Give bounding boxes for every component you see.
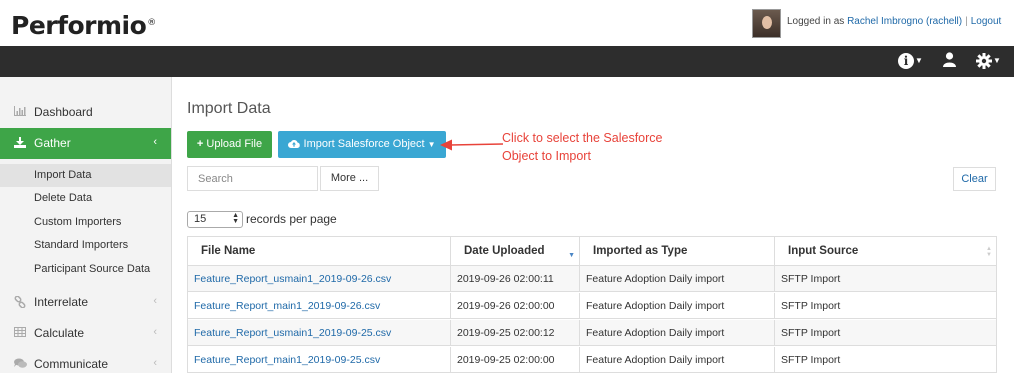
type-cell: Feature Adoption Daily import <box>580 293 775 319</box>
search-input[interactable] <box>187 166 318 191</box>
sidebar-item-label: Communicate <box>34 357 109 371</box>
user-name-link[interactable]: Rachel Imbrogno (rachell) <box>847 16 962 27</box>
cloud-icon <box>288 138 301 150</box>
top-navbar: i ▼ ▼ <box>0 46 1014 77</box>
source-cell: SFTP Import <box>781 354 841 366</box>
column-header-input-source[interactable]: Input Source ▲ ▼ <box>775 237 996 266</box>
sidebar-subitem-import-data[interactable]: Import Data <box>0 164 171 187</box>
sidebar-subitem-label: Standard Importers <box>34 239 129 251</box>
annotation-arrow-icon <box>440 139 504 151</box>
sidebar-item-dashboard[interactable]: Dashboard <box>0 97 171 127</box>
type-cell: Feature Adoption Daily import <box>580 266 775 292</box>
column-header-label: Date Uploaded <box>464 245 545 257</box>
sidebar-subitem-standard-importers[interactable]: Standard Importers <box>0 234 171 257</box>
column-header-label: Imported as Type <box>593 245 688 257</box>
sidebar-subitem-label: Participant Source Data <box>34 263 151 275</box>
avatar <box>752 9 781 38</box>
column-header-imported-as-type[interactable]: Imported as Type <box>580 237 775 266</box>
records-per-page-select[interactable]: 15 ▲ ▼ <box>187 211 243 228</box>
sidebar-item-label: Dashboard <box>34 105 93 119</box>
import-salesforce-object-button[interactable]: Import Salesforce Object ▼ <box>278 131 446 158</box>
sidebar-item-label: Gather <box>34 136 71 150</box>
column-header-date-uploaded[interactable]: Date Uploaded ▼ <box>451 237 580 266</box>
type-cell: Feature Adoption Daily import <box>580 347 775 373</box>
sort-both-icon: ▲ ▼ <box>986 246 992 258</box>
date-cell: 2019-09-25 02:00:12 <box>451 320 580 346</box>
logo-text: Performio <box>11 11 147 40</box>
page-title: Import Data <box>187 100 271 117</box>
date-cell: 2019-09-25 02:00:00 <box>451 347 580 373</box>
date-cell: 2019-09-26 02:00:00 <box>451 293 580 319</box>
file-link[interactable]: Feature_Report_usmain1_2019-09-25.csv <box>194 327 391 339</box>
login-separator: | <box>965 16 968 27</box>
sort-desc-icon: ▼ <box>568 252 575 259</box>
link-icon <box>14 295 28 311</box>
sidebar-subitem-label: Delete Data <box>34 192 93 204</box>
sidebar-item-gather[interactable]: Gather ‹ <box>0 128 171 159</box>
records-per-page-label: records per page <box>246 212 337 226</box>
file-name-cell: Feature_Report_usmain1_2019-09-25.csv <box>188 320 451 346</box>
bar-chart-icon <box>14 106 28 119</box>
more-filters-button[interactable]: More ... <box>320 166 379 191</box>
plus-icon: + <box>196 138 204 150</box>
login-prefix: Logged in as <box>787 16 845 27</box>
comments-icon <box>14 358 28 372</box>
import-salesforce-label: Import Salesforce Object <box>303 138 425 150</box>
logout-link[interactable]: Logout <box>971 16 1002 27</box>
date-cell: 2019-09-26 02:00:11 <box>451 266 580 292</box>
sidebar-item-interrelate[interactable]: Interrelate ‹ <box>0 287 171 317</box>
table-row: Feature_Report_main1_2019-09-26.csv 2019… <box>188 293 996 319</box>
type-cell: Feature Adoption Daily import <box>580 320 775 346</box>
chevron-left-icon: ‹ <box>153 295 157 307</box>
table-row: Feature_Report_usmain1_2019-09-25.csv 20… <box>188 320 996 346</box>
clear-button[interactable]: Clear <box>953 167 996 191</box>
sidebar-item-calculate[interactable]: Calculate ‹ <box>0 318 171 348</box>
sidebar-subitem-custom-importers[interactable]: Custom Importers <box>0 211 171 234</box>
select-arrows-icon: ▲ ▼ <box>232 212 239 225</box>
table-icon <box>14 327 28 340</box>
upload-file-button[interactable]: + Upload File <box>187 131 272 158</box>
sidebar-item-label: Calculate <box>34 326 85 340</box>
sidebar-subitem-label: Import Data <box>34 169 92 181</box>
logo[interactable]: Performio® <box>11 11 156 40</box>
sidebar-subitem-delete-data[interactable]: Delete Data <box>0 187 171 210</box>
imports-table: File Name Date Uploaded ▼ Imported as Typ… <box>187 236 997 373</box>
file-name-cell: Feature_Report_main1_2019-09-26.csv <box>188 293 451 319</box>
top-header: Performio® Logged in as Rachel Imbrogno … <box>0 0 1024 46</box>
records-per-page-value: 15 <box>194 213 207 225</box>
file-name-cell: Feature_Report_main1_2019-09-25.csv <box>188 347 451 373</box>
file-link[interactable]: Feature_Report_main1_2019-09-26.csv <box>194 300 380 312</box>
file-link[interactable]: Feature_Report_main1_2019-09-25.csv <box>194 354 380 366</box>
chevron-left-icon: ‹ <box>153 357 157 369</box>
source-cell: SFTP Import <box>781 300 841 312</box>
login-info: Logged in as Rachel Imbrogno (rachell) | L… <box>787 16 1001 27</box>
source-cell: SFTP Import <box>781 273 841 285</box>
table-row: Feature_Report_usmain1_2019-09-26.csv 20… <box>188 266 996 292</box>
sidebar-subitem-label: Custom Importers <box>34 216 122 228</box>
chevron-left-icon: ‹ <box>153 136 157 148</box>
info-icon[interactable]: i ▼ <box>898 52 925 70</box>
column-header-label: Input Source <box>788 245 859 257</box>
sidebar-subitem-participant-source-data[interactable]: Participant Source Data <box>0 258 171 281</box>
column-header-label: File Name <box>201 245 256 257</box>
logo-registered-mark: ® <box>147 17 156 28</box>
source-cell: SFTP Import <box>781 327 841 339</box>
gear-icon[interactable]: ▼ <box>976 52 1001 70</box>
chevron-left-icon: ‹ <box>153 326 157 338</box>
table-row: Feature_Report_main1_2019-09-25.csv 2019… <box>188 347 996 373</box>
download-icon <box>14 137 28 151</box>
file-link[interactable]: Feature_Report_usmain1_2019-09-26.csv <box>194 273 391 285</box>
sidebar: Dashboard Gather ‹ Import Data Delete Da… <box>0 77 172 373</box>
file-name-cell: Feature_Report_usmain1_2019-09-26.csv <box>188 266 451 292</box>
caret-down-icon: ▼ <box>427 140 436 149</box>
sidebar-item-communicate[interactable]: Communicate ‹ <box>0 349 171 373</box>
sidebar-item-label: Interrelate <box>34 295 89 309</box>
upload-file-label: Upload File <box>206 138 263 150</box>
column-header-file-name[interactable]: File Name <box>188 237 451 266</box>
user-icon[interactable] <box>943 52 956 72</box>
annotation-callout: Click to select the Salesforce Object to… <box>502 131 663 163</box>
